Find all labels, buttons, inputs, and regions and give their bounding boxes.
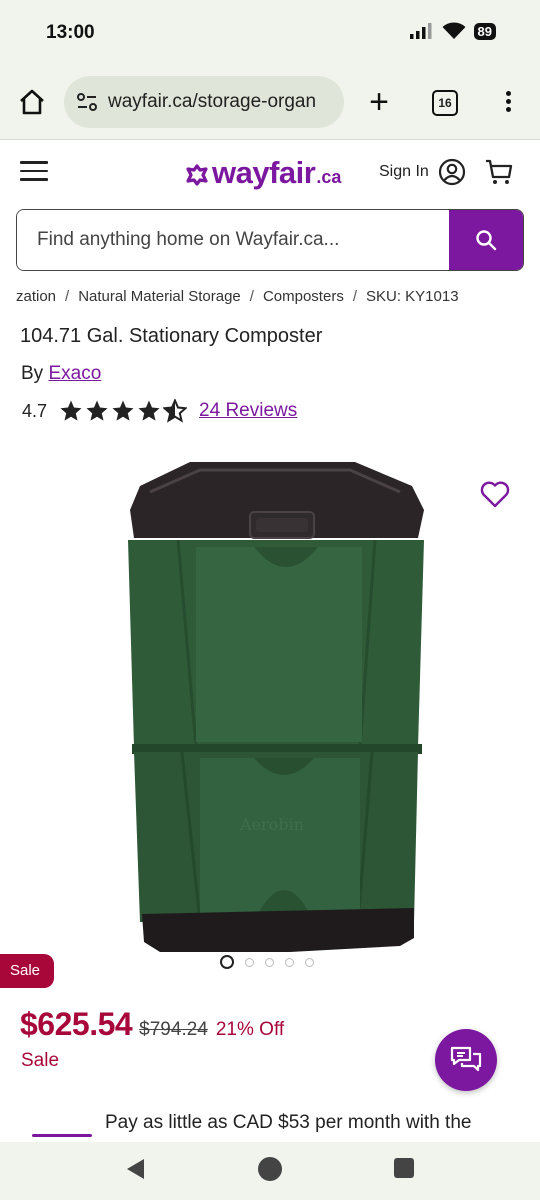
breadcrumb-sku: SKU: KY1013 (365, 288, 459, 305)
logo-mark-icon (186, 164, 208, 186)
discount-label: 21% Off (215, 1019, 285, 1040)
recents-icon[interactable] (394, 1158, 414, 1178)
brand-line: By Exaco (21, 363, 101, 385)
search-bar (16, 209, 524, 271)
star-icon (138, 400, 160, 421)
logo-word: wayfair (212, 155, 316, 190)
star-half-icon (163, 399, 188, 423)
reviews-link[interactable]: 24 Reviews (199, 400, 297, 422)
breadcrumb-item[interactable]: Natural Material Storage (78, 288, 241, 305)
star-icon (86, 400, 108, 421)
back-icon[interactable] (124, 1157, 148, 1181)
sale-badge: Sale (0, 954, 54, 988)
status-bar: 13:00 89 (0, 0, 540, 64)
battery-indicator: 89 (473, 22, 496, 40)
carousel-dot[interactable] (265, 957, 274, 967)
breadcrumb: zation / Natural Material Storage / Composte… (16, 288, 459, 305)
system-nav-bar (0, 1142, 540, 1200)
price-row: $625.54 $794.24 21% Off (20, 1006, 284, 1043)
breadcrumb-item[interactable]: Composters (263, 288, 344, 305)
chat-icon (450, 1046, 482, 1072)
star-rating[interactable] (59, 399, 188, 423)
rating-value: 4.7 (22, 400, 48, 421)
wifi-icon (442, 22, 466, 39)
signal-icon (409, 23, 432, 39)
product-image[interactable]: Aerobin (0, 452, 540, 982)
url-text[interactable]: wayfair.ca/storage-organ (108, 91, 316, 113)
image-carousel-dots (220, 955, 314, 969)
search-input[interactable] (17, 210, 451, 270)
account-icon[interactable] (438, 158, 466, 186)
rating-row: 4.7 24 Reviews (22, 399, 297, 423)
financing-logo (32, 1134, 92, 1137)
star-icon (112, 400, 134, 421)
carousel-dot[interactable] (285, 957, 294, 967)
site-settings-icon[interactable] (76, 91, 98, 113)
overflow-menu-icon[interactable] (500, 88, 516, 118)
search-icon (476, 230, 497, 251)
original-price: $794.24 (139, 1019, 208, 1040)
home-icon[interactable] (16, 86, 48, 118)
financing-text[interactable]: Pay as little as CAD $53 per month with … (105, 1112, 471, 1134)
heart-icon[interactable] (480, 480, 510, 508)
by-label: By (21, 363, 44, 384)
logo-suffix: .ca (316, 167, 342, 187)
hamburger-icon[interactable] (20, 161, 48, 183)
carousel-dot[interactable] (220, 955, 234, 969)
svg-text:Aerobin: Aerobin (239, 815, 304, 834)
star-icon (60, 400, 82, 421)
status-time: 13:00 (46, 22, 95, 43)
address-bar[interactable]: wayfair.ca/storage-organ (64, 76, 344, 128)
status-icons: 89 (409, 22, 496, 40)
carousel-dot[interactable] (305, 957, 314, 967)
breadcrumb-item[interactable]: zation (16, 288, 56, 305)
home-nav-icon[interactable] (258, 1157, 282, 1181)
site-header: wayfair .ca Sign In (0, 141, 540, 203)
brand-link[interactable]: Exaco (48, 363, 101, 384)
wayfair-logo[interactable]: wayfair .ca (186, 155, 341, 191)
search-button[interactable] (449, 210, 523, 270)
sign-in-link[interactable]: Sign In (379, 163, 429, 181)
tabs-icon[interactable]: 16 (432, 90, 458, 116)
plus-icon[interactable]: + (364, 84, 394, 120)
browser-toolbar: wayfair.ca/storage-organ + 16 (0, 64, 540, 140)
sale-label: Sale (21, 1050, 60, 1071)
chat-button[interactable] (435, 1029, 497, 1091)
cart-icon[interactable] (484, 157, 514, 187)
carousel-dot[interactable] (245, 957, 254, 967)
current-price: $625.54 (20, 1006, 133, 1042)
product-title: 104.71 Gal. Stationary Composter (20, 325, 323, 347)
